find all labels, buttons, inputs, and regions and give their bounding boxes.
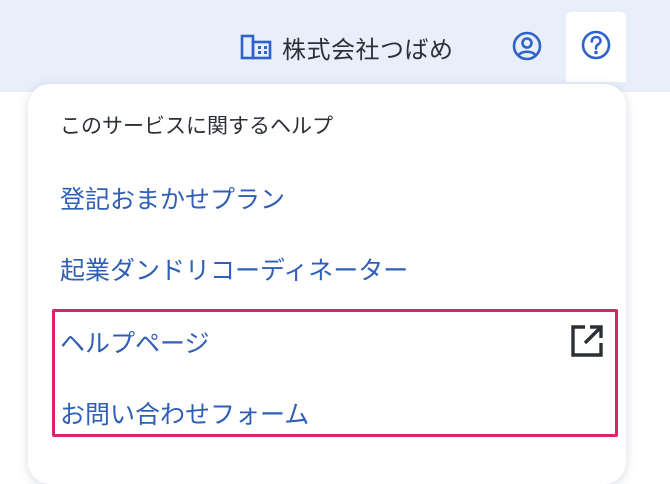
- menu-item-startup-coordinator[interactable]: 起業ダンドリコーディネーター: [60, 251, 408, 287]
- account-button[interactable]: [509, 30, 545, 66]
- help-menu-heading: このサービスに関するヘルプ: [60, 114, 333, 138]
- menu-item-contact-form[interactable]: お問い合わせフォーム: [60, 395, 309, 431]
- external-link-icon: [568, 322, 606, 360]
- building-icon: [240, 33, 272, 61]
- company-switcher[interactable]: 株式会社つばめ: [240, 29, 454, 65]
- menu-item-help-page[interactable]: ヘルプページ: [60, 324, 210, 360]
- company-name: 株式会社つばめ: [282, 35, 454, 64]
- help-menu: このサービスに関するヘルプ 登記おまかせプラン 起業ダンドリコーディネーター ヘ…: [28, 84, 626, 484]
- help-button[interactable]: [566, 12, 626, 82]
- account-circle-icon: [511, 30, 543, 66]
- top-bar: 株式会社つばめ: [0, 0, 670, 92]
- help-circle-icon: [580, 29, 612, 65]
- menu-item-registration-plan[interactable]: 登記おまかせプラン: [60, 180, 285, 216]
